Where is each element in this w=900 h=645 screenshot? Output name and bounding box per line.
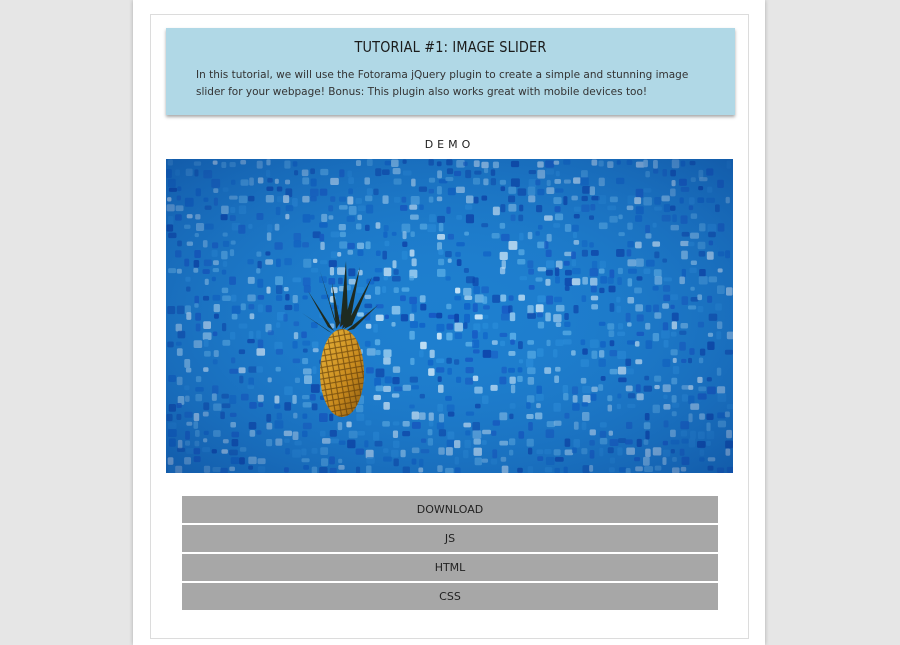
button-list: DOWNLOAD JS HTML CSS	[182, 496, 718, 612]
tutorial-title: TUTORIAL #1: IMAGE SLIDER	[354, 38, 547, 56]
tutorial-description: In this tutorial, we will use the Fotora…	[196, 69, 689, 98]
html-button[interactable]: HTML	[182, 554, 718, 581]
image-slider[interactable]	[166, 159, 733, 473]
download-button[interactable]: DOWNLOAD	[182, 496, 718, 523]
tutorial-card: TUTORIAL #1: IMAGE SLIDER In this tutori…	[150, 14, 749, 639]
page: TUTORIAL #1: IMAGE SLIDER In this tutori…	[133, 0, 765, 645]
intro-box: TUTORIAL #1: IMAGE SLIDER In this tutori…	[166, 28, 735, 115]
pool-image	[166, 159, 733, 473]
css-button[interactable]: CSS	[182, 583, 718, 610]
demo-label: DEMO	[424, 138, 475, 151]
js-button[interactable]: JS	[182, 525, 718, 552]
